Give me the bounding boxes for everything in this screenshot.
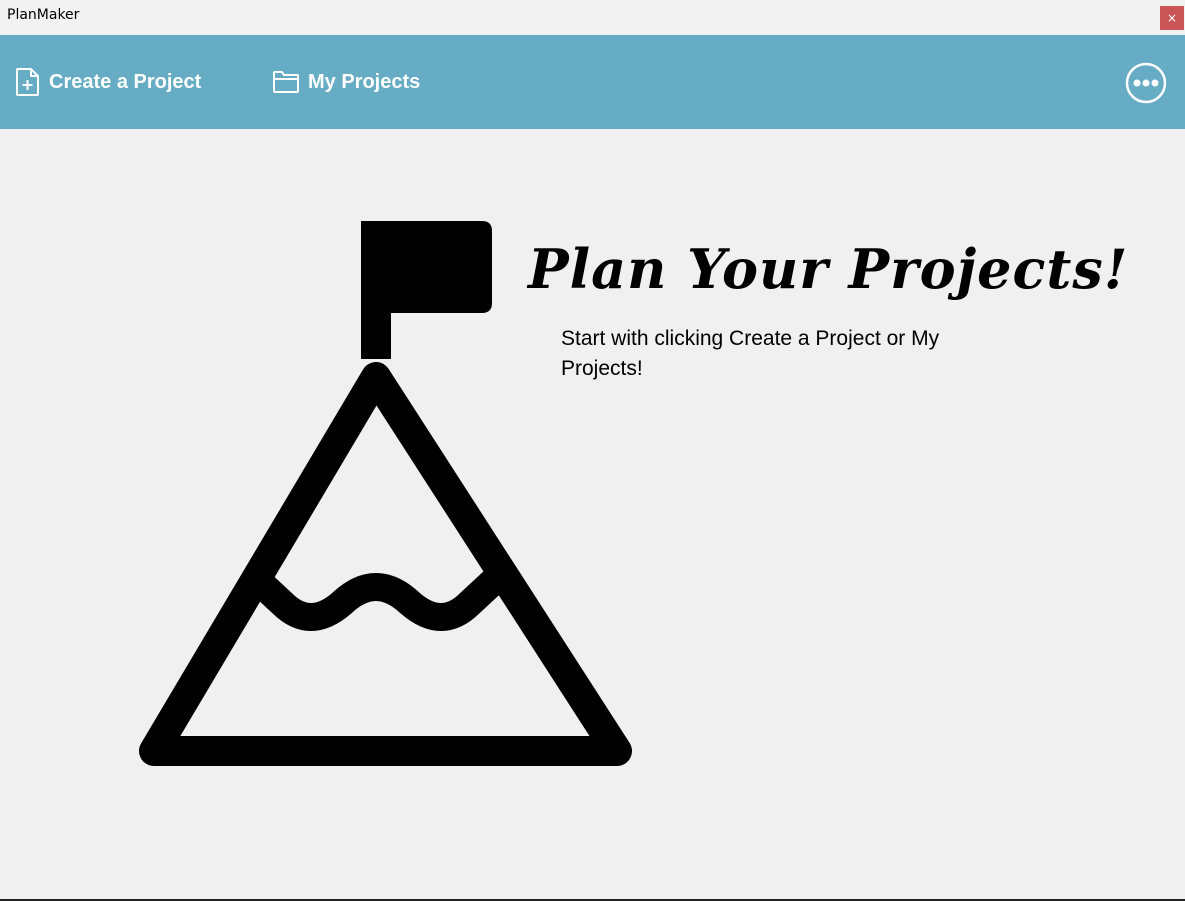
window-title: PlanMaker bbox=[7, 7, 80, 23]
mountain-flag-icon bbox=[120, 219, 632, 789]
top-navbar: Create a Project My Projects bbox=[0, 35, 1185, 129]
my-projects-label: My Projects bbox=[308, 70, 421, 93]
more-options-button[interactable] bbox=[1125, 62, 1167, 104]
main-content: Plan Your Projects! Start with clicking … bbox=[0, 129, 1185, 899]
title-bar: PlanMaker × bbox=[0, 0, 1185, 35]
folder-icon bbox=[272, 69, 300, 95]
close-button[interactable]: × bbox=[1160, 6, 1184, 30]
create-project-label: Create a Project bbox=[49, 70, 202, 93]
my-projects-button[interactable]: My Projects bbox=[272, 65, 420, 99]
add-file-icon bbox=[15, 67, 41, 97]
headline: Plan Your Projects! bbox=[528, 237, 1129, 301]
more-options-icon bbox=[1125, 62, 1167, 108]
instruction-text: Start with clicking Create a Project or … bbox=[561, 327, 940, 380]
create-project-button[interactable]: Create a Project bbox=[15, 65, 201, 99]
